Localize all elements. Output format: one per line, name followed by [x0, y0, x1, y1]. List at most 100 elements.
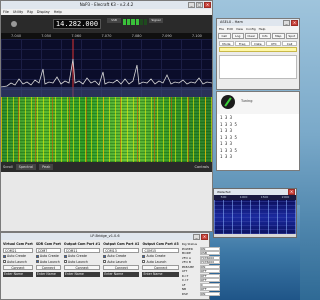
- status-row: DSP ON: [182, 291, 220, 296]
- status-row: NB OFF: [182, 287, 220, 291]
- menu-file[interactable]: File: [219, 26, 224, 32]
- close-button[interactable]: ×: [201, 234, 208, 240]
- controls-button[interactable]: Controls: [195, 165, 209, 169]
- status-row: POWER ON: [182, 246, 220, 251]
- auto-launch-checkbox[interactable]: Auto Launch: [103, 260, 139, 264]
- auto-create-checkbox[interactable]: Auto Create: [63, 254, 100, 258]
- logger-toolbar: Call Log Clear Info Map Spot: [217, 32, 299, 40]
- mini-waterfall-display[interactable]: [214, 200, 296, 234]
- port-column: SDR Com Port COM7 Auto Create Auto Launc…: [35, 242, 61, 296]
- menu-help[interactable]: Help: [259, 26, 266, 32]
- minimize-button[interactable]: _: [188, 2, 195, 8]
- auto-create-checkbox[interactable]: Auto Create: [103, 254, 139, 258]
- mini-waterfall-titlebar[interactable]: Waterfall ×: [214, 189, 296, 195]
- nap3-controls: 14.282.000 SSB Signal: [1, 15, 212, 33]
- menu-edit[interactable]: Edit: [227, 26, 233, 32]
- enter-name-field[interactable]: Enter Name: [142, 271, 179, 277]
- power-icon[interactable]: [11, 21, 17, 27]
- col-call: Call: [282, 41, 297, 46]
- log-table-header: Mode Freq Date UTC Call: [219, 41, 297, 46]
- lp-bridge-titlebar[interactable]: LP-Bridge_v1.0.6 _ ×: [1, 233, 209, 240]
- s-meter: [123, 19, 148, 25]
- auto-create-checkbox[interactable]: Auto Create: [142, 254, 178, 258]
- minimize-button[interactable]: _: [283, 20, 290, 26]
- col-mode: Mode: [219, 41, 234, 46]
- connect-button[interactable]: Connect: [103, 265, 140, 270]
- spectrum-trace: [1, 39, 212, 97]
- col-freq: Freq: [234, 41, 250, 46]
- enter-name-field[interactable]: Enter Name: [35, 271, 61, 277]
- status-row: ATT OFF: [182, 269, 220, 273]
- display-mode-select[interactable]: Spectral: [15, 164, 37, 170]
- waterfall-display[interactable]: [1, 97, 212, 162]
- auto-launch-checkbox[interactable]: Auto Launch: [63, 260, 100, 264]
- scale-tick: 1000: [239, 195, 248, 199]
- log-entry-row[interactable]: [219, 47, 297, 52]
- auto-launch-checkbox[interactable]: Auto Launch: [35, 260, 61, 264]
- decoder-text[interactable]: 1 3 3 1 3 3 5 1 3 3 1 3 3 5 1 3 3 1 3 3 …: [217, 114, 299, 162]
- close-button[interactable]: ×: [204, 2, 211, 8]
- info-button[interactable]: Info: [258, 33, 271, 39]
- logger-window: ASELX - Ham _ × File Edit View Config He…: [216, 18, 300, 90]
- status-row: MODE USB: [182, 251, 220, 255]
- mode-select[interactable]: SSB: [107, 18, 121, 23]
- menu-view[interactable]: View: [236, 26, 243, 32]
- maximize-button[interactable]: □: [196, 2, 203, 8]
- port-column: Output Com Port #3 COM15 Auto Create Aut…: [142, 242, 179, 296]
- lp-bridge-title: LP-Bridge_v1.0.6: [90, 234, 120, 238]
- enter-name-field[interactable]: Enter Name: [63, 271, 101, 277]
- port-select[interactable]: COM11: [63, 247, 101, 253]
- spectrum-display[interactable]: [1, 39, 212, 97]
- scale-tick: 500: [220, 195, 227, 199]
- status-row: PREAMP ON: [182, 264, 220, 269]
- frequency-display[interactable]: 14.282.000: [53, 19, 101, 29]
- nap3-title: NaP3 - Elecraft K3 - v.2.4.2: [79, 2, 134, 7]
- port-title: Output Com Port #2: [103, 242, 140, 246]
- auto-create-checkbox[interactable]: Auto Create: [35, 254, 61, 258]
- status-row: X.I.T OFF: [182, 278, 220, 282]
- scroll-button[interactable]: Scroll: [3, 165, 13, 169]
- auto-launch-checkbox[interactable]: Auto Launch: [3, 260, 33, 264]
- auto-launch-checkbox[interactable]: Auto Launch: [142, 260, 178, 264]
- logger-titlebar[interactable]: ASELX - Ham _ ×: [217, 19, 299, 26]
- style-select[interactable]: Peak: [39, 164, 54, 170]
- decoder-window: Tuning 1 3 3 1 3 3 5 1 3 3 1 3 3 5 1 3 3…: [216, 91, 300, 171]
- auto-create-checkbox[interactable]: Auto Create: [3, 254, 33, 258]
- port-select[interactable]: COM7: [35, 247, 61, 253]
- lp-bridge-window: LP-Bridge_v1.0.6 _ × Virtual Com Port CO…: [0, 232, 220, 300]
- scale-tick: 1500: [260, 195, 269, 199]
- status-row: Rig Status: [181, 242, 198, 246]
- scale-tick: 2000: [281, 195, 290, 199]
- map-button[interactable]: Map: [272, 33, 285, 39]
- enter-name-field[interactable]: Enter Name: [103, 271, 140, 277]
- minimize-button[interactable]: _: [193, 234, 200, 240]
- close-button[interactable]: ×: [291, 20, 298, 26]
- port-title: Output Com Port #3: [142, 242, 179, 246]
- enter-name-field[interactable]: Enter Name: [3, 271, 33, 277]
- connect-button[interactable]: Connect: [35, 265, 61, 270]
- decoder-header: Tuning: [217, 92, 299, 114]
- log-list[interactable]: [219, 55, 297, 79]
- status-row: VFO B 7076000: [182, 260, 220, 264]
- connect-button[interactable]: Connect: [3, 265, 33, 270]
- mini-waterfall-window: Waterfall × 500 1000 1500 2000: [213, 188, 297, 238]
- decoded-line: 1 3 3: [220, 154, 233, 159]
- log-button[interactable]: Log: [231, 33, 244, 39]
- connect-button[interactable]: Connect: [63, 265, 101, 270]
- call-button[interactable]: Call: [218, 33, 231, 39]
- port-select[interactable]: COM21: [3, 247, 33, 253]
- close-button[interactable]: ×: [288, 189, 295, 195]
- connect-button[interactable]: Connect: [142, 265, 179, 270]
- port-select[interactable]: COM13: [103, 247, 140, 253]
- clear-button[interactable]: Clear: [245, 33, 258, 39]
- tuning-dial-icon[interactable]: [221, 95, 235, 109]
- port-select[interactable]: COM15: [142, 247, 179, 253]
- col-utc: UTC: [266, 41, 282, 46]
- tuning-label: Tuning: [241, 99, 253, 103]
- nap3-titlebar[interactable]: NaP3 - Elecraft K3 - v.2.4.2 _ □ ×: [1, 1, 212, 9]
- menu-config[interactable]: Config: [246, 26, 256, 32]
- status-row: R.I.T OFF: [182, 273, 220, 278]
- signal-select[interactable]: Signal: [149, 18, 163, 23]
- spot-button[interactable]: Spot: [285, 33, 298, 39]
- logger-title: ASELX - Ham: [220, 20, 243, 24]
